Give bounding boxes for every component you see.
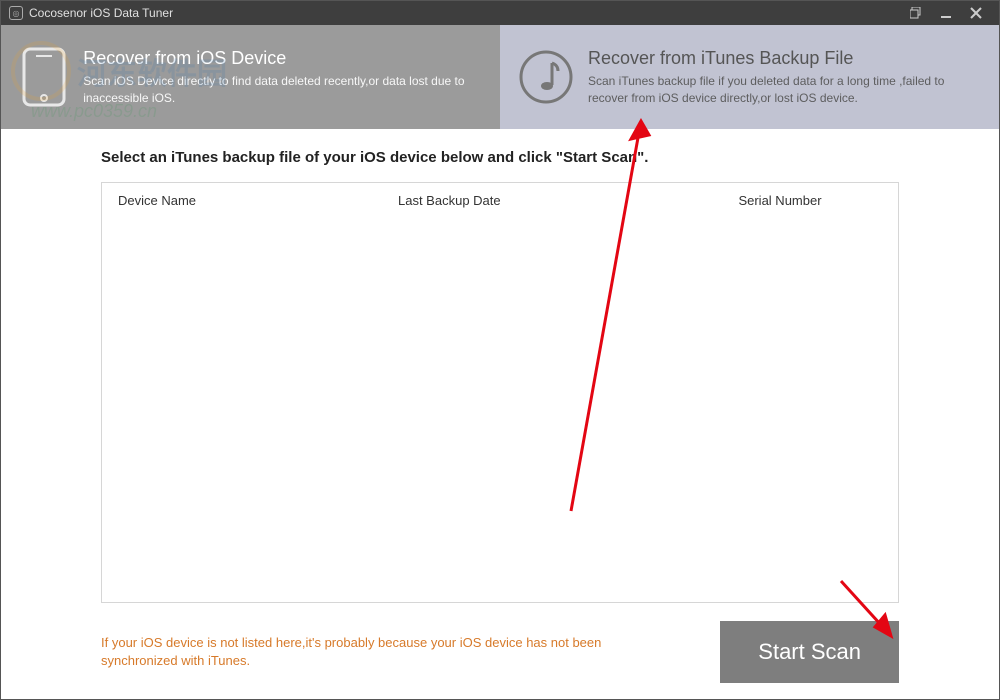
tab-device-desc: Scan iOS Device directly to find data de… xyxy=(83,73,482,107)
tab-recover-ios-device[interactable]: Recover from iOS Device Scan iOS Device … xyxy=(1,25,500,129)
titlebar: ◎ Cocosenor iOS Data Tuner xyxy=(1,1,999,25)
restore-button[interactable] xyxy=(901,1,931,25)
backup-list[interactable]: Device Name Last Backup Date Serial Numb… xyxy=(101,182,899,603)
col-last-backup-date: Last Backup Date xyxy=(398,193,678,208)
app-icon: ◎ xyxy=(9,6,23,20)
mode-tabs: Recover from iOS Device Scan iOS Device … xyxy=(1,25,999,129)
window-buttons xyxy=(901,1,991,25)
close-button[interactable] xyxy=(961,1,991,25)
main-content: Select an iTunes backup file of your iOS… xyxy=(1,129,999,699)
tab-device-title: Recover from iOS Device xyxy=(83,48,482,69)
music-note-icon xyxy=(518,47,574,107)
footer-row: If your iOS device is not listed here,it… xyxy=(101,621,899,683)
col-device-name: Device Name xyxy=(118,193,398,208)
col-serial-number: Serial Number xyxy=(678,193,882,208)
tab-itunes-desc: Scan iTunes backup file if you deleted d… xyxy=(588,73,981,107)
tab-itunes-title: Recover from iTunes Backup File xyxy=(588,48,981,69)
tab-recover-itunes-backup[interactable]: Recover from iTunes Backup File Scan iTu… xyxy=(500,25,999,129)
app-window: ◎ Cocosenor iOS Data Tuner Recover from … xyxy=(0,0,1000,700)
instruction-text: Select an iTunes backup file of your iOS… xyxy=(101,149,899,166)
phone-icon xyxy=(19,47,69,107)
sync-note: If your iOS device is not listed here,it… xyxy=(101,634,621,670)
minimize-button[interactable] xyxy=(931,1,961,25)
list-header: Device Name Last Backup Date Serial Numb… xyxy=(102,183,898,218)
app-title: Cocosenor iOS Data Tuner xyxy=(29,6,901,20)
start-scan-button[interactable]: Start Scan xyxy=(720,621,899,683)
